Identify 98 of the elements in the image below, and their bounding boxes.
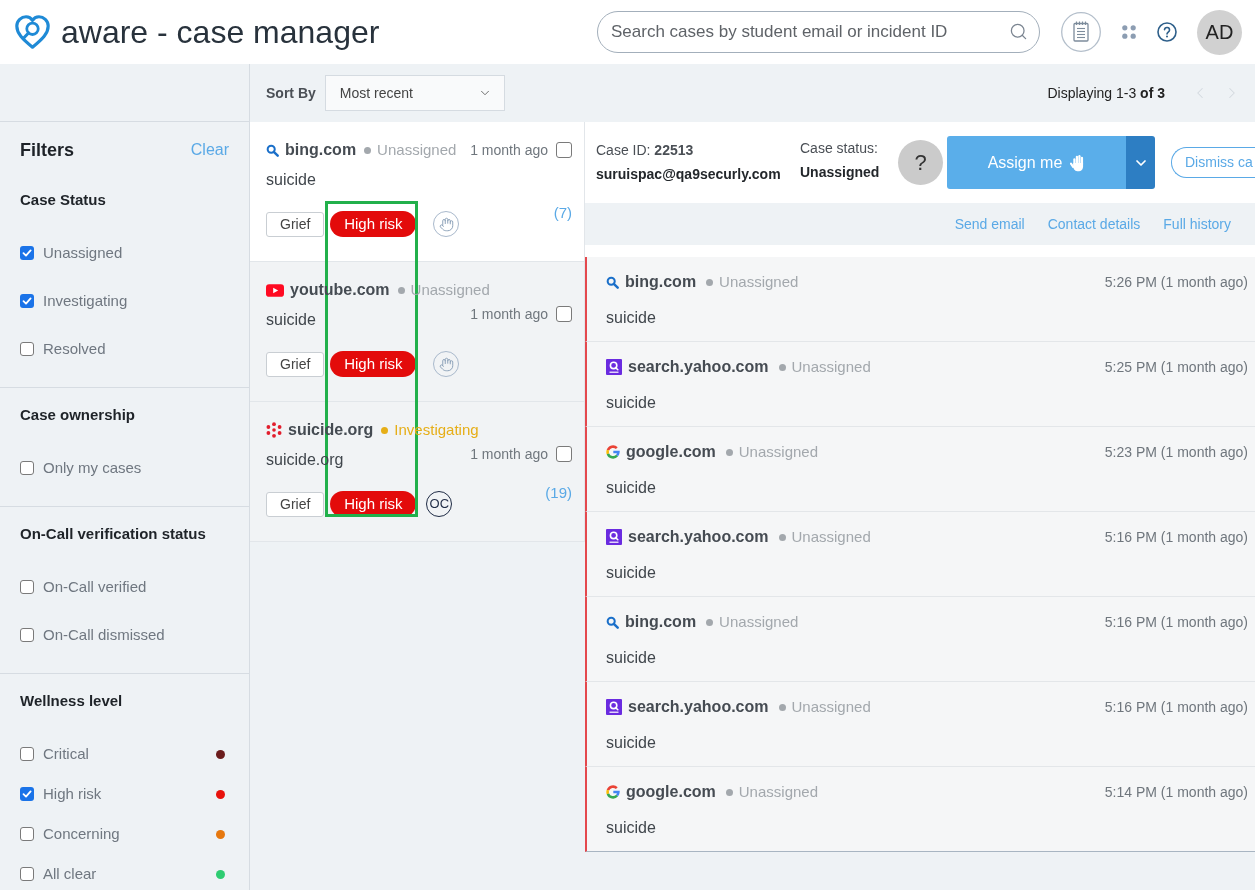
filter-option-label: Critical	[43, 743, 89, 764]
event-snippet: suicide	[606, 479, 656, 496]
filter-checkbox[interactable]	[20, 246, 34, 260]
search-field[interactable]: Search cases by student email or incident ID	[597, 11, 1040, 53]
magnifier-icon	[606, 275, 619, 289]
status-label: Unassigned	[791, 356, 871, 377]
event-time: 5:16 PM (1 month ago)	[1104, 527, 1248, 547]
event-time: 5:25 PM (1 month ago)	[1104, 357, 1248, 377]
case-count: (7)	[553, 203, 572, 223]
case-checkbox[interactable]	[556, 306, 572, 322]
site-name: google.com	[626, 442, 716, 462]
site-name: search.yahoo.com	[628, 357, 769, 377]
heart-logo-icon	[14, 14, 51, 50]
status-label: Unassigned	[377, 140, 457, 160]
site-name: bing.com	[285, 140, 357, 160]
site-name: bing.com	[625, 272, 697, 292]
notepad-icon[interactable]	[1061, 12, 1101, 52]
filter-checkbox[interactable]	[20, 342, 34, 356]
event-time: 5:14 PM (1 month ago)	[1104, 782, 1248, 802]
search-tile-icon	[606, 529, 622, 545]
sort-select[interactable]: Most recent	[324, 75, 505, 111]
g-logo-icon	[606, 785, 620, 799]
filter-checkbox[interactable]	[20, 747, 34, 761]
filter-option-label: Unassigned	[43, 242, 123, 263]
status-label: Unassigned	[791, 526, 871, 547]
filter-option-label: Only my cases	[43, 457, 142, 478]
filter-checkbox[interactable]	[20, 461, 34, 475]
case-id: Case ID: 22513	[596, 141, 695, 160]
status-label: Unassigned	[719, 271, 799, 292]
site-name: bing.com	[625, 612, 697, 632]
app-title: aware - case manager	[61, 16, 380, 48]
category-tag: Grief	[266, 211, 325, 237]
sort-label: Sort By	[266, 83, 316, 103]
event-snippet: suicide	[606, 564, 656, 581]
filter-option-label: All clear	[43, 863, 97, 884]
site-name: google.com	[626, 782, 716, 802]
filter-checkbox[interactable]	[20, 294, 34, 308]
site-name: search.yahoo.com	[628, 527, 769, 547]
case-checkbox[interactable]	[556, 446, 572, 462]
filter-group-title: Case Status	[20, 189, 106, 210]
filter-option-label: On-Call verified	[43, 576, 147, 597]
student-email: suruispac@qa9securly.com	[596, 165, 782, 184]
filter-option-label: Concerning	[43, 823, 120, 844]
filter-checkbox[interactable]	[20, 787, 34, 801]
help-icon[interactable]	[1157, 22, 1177, 42]
search-tile-icon	[606, 359, 622, 375]
filter-option-label: High risk	[43, 783, 102, 804]
event-time: 5:23 PM (1 month ago)	[1104, 442, 1248, 462]
filter-checkbox[interactable]	[20, 580, 34, 594]
search-icon[interactable]	[1009, 22, 1028, 41]
risk-badge: High risk	[330, 491, 417, 517]
category-tag: Grief	[266, 491, 325, 517]
magnifier-icon	[606, 615, 619, 629]
status-label: Unassigned	[719, 611, 799, 632]
event-time: 5:16 PM (1 month ago)	[1104, 697, 1248, 717]
filter-group-title: Case ownership	[20, 404, 136, 425]
case-status-value: Unassigned	[800, 163, 881, 182]
filter-option-label: Investigating	[43, 290, 128, 311]
site-name: search.yahoo.com	[628, 697, 769, 717]
pagination-text: Displaying 1-3 of 3	[1047, 83, 1165, 103]
grid-dots-icon[interactable]	[1122, 25, 1136, 39]
category-tag: Grief	[266, 351, 325, 377]
event-snippet: suicide	[606, 309, 656, 326]
g-logo-icon	[606, 445, 620, 459]
event-snippet: suicide	[606, 394, 656, 411]
event-time: 5:16 PM (1 month ago)	[1104, 612, 1248, 632]
case-count: (19)	[545, 483, 572, 503]
case-snippet: suicide	[266, 311, 316, 328]
event-snippet: suicide	[606, 649, 656, 666]
filter-group-title: On-Call verification status	[20, 523, 206, 544]
event-time: 5:26 PM (1 month ago)	[1104, 272, 1248, 292]
case-time: 1 month ago	[470, 141, 548, 160]
magnifier-icon	[266, 143, 279, 157]
dropdown-toggle-button[interactable]	[1126, 136, 1155, 189]
play-button-icon	[266, 283, 284, 297]
filters-title: Filters	[20, 138, 75, 162]
event-snippet: suicide	[606, 819, 656, 836]
status-label: Unassigned	[738, 441, 818, 462]
search-tile-icon	[606, 699, 622, 715]
case-checkbox[interactable]	[556, 142, 572, 158]
help-button[interactable]: ?	[898, 140, 943, 185]
filter-group-title: Wellness level	[20, 690, 123, 711]
case-snippet: suicide	[266, 171, 316, 188]
event-snippet: suicide	[606, 734, 656, 751]
status-label: Unassigned	[791, 696, 871, 717]
risk-badge: High risk	[330, 211, 417, 237]
filter-checkbox[interactable]	[20, 628, 34, 642]
dots-cluster-icon	[266, 422, 282, 438]
case-status-label: Case status:	[800, 139, 879, 158]
filter-option-label: Resolved	[43, 338, 106, 359]
hand-icon	[1070, 153, 1086, 172]
filter-checkbox[interactable]	[20, 867, 34, 881]
status-label: Unassigned	[738, 781, 818, 802]
filter-checkbox[interactable]	[20, 827, 34, 841]
filter-option-label: On-Call dismissed	[43, 624, 165, 645]
user-avatar[interactable]: AD	[1197, 9, 1242, 55]
case-card[interactable]: bing.com Unassigned 1 month ago suicide Grief High risk (7)	[250, 122, 585, 262]
risk-badge: High risk	[330, 351, 417, 377]
